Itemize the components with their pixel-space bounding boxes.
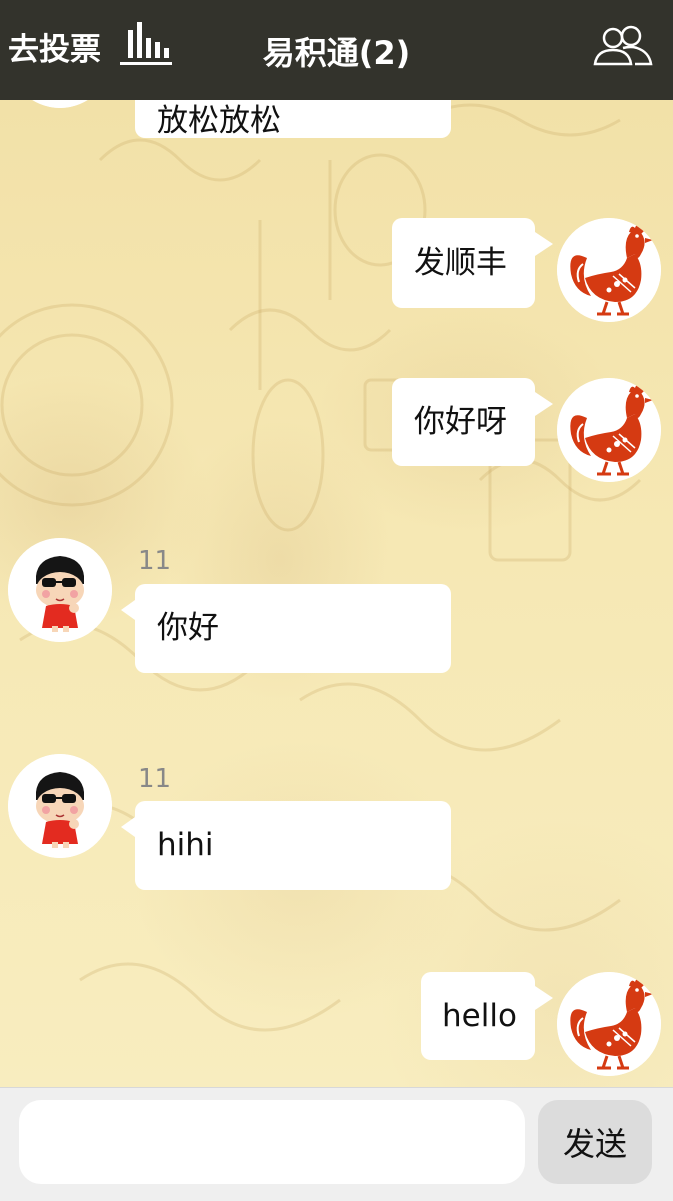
rooster-papercut-avatar[interactable]: [557, 218, 661, 322]
chat-message-list[interactable]: 放松放松 发顺丰 你好呀 11 你好 11 hihi hello: [0, 100, 673, 1087]
message-bubble[interactable]: 放松放松: [135, 100, 451, 138]
message-text: hihi: [157, 827, 214, 863]
group-users-icon[interactable]: [591, 24, 655, 68]
message-input[interactable]: [19, 1100, 525, 1184]
sender-name: 11: [138, 764, 172, 794]
message-bubble[interactable]: hihi: [121, 801, 451, 890]
crayon-boy-avatar[interactable]: [8, 538, 112, 642]
message-bubble[interactable]: 你好: [121, 584, 451, 673]
message-text: 发顺丰: [414, 245, 507, 281]
message-composer: 发送: [0, 1087, 673, 1201]
message-text: hello: [442, 998, 517, 1034]
message-text: 放松放松: [157, 103, 281, 139]
crayon-boy-avatar[interactable]: [8, 754, 112, 858]
message-bubble[interactable]: 你好呀: [392, 378, 553, 466]
sender-name: 11: [138, 546, 172, 576]
message-bubble[interactable]: 发顺丰: [392, 218, 553, 308]
chat-title: 易积通(2): [262, 34, 411, 72]
rooster-papercut-avatar[interactable]: [557, 378, 661, 482]
rooster-papercut-avatar[interactable]: [557, 972, 661, 1076]
message-text: 你好: [157, 610, 219, 646]
app-header: 去投票 易积通(2): [0, 0, 673, 100]
send-button[interactable]: 发送: [538, 1100, 652, 1184]
message-text: 你好呀: [414, 404, 507, 440]
message-bubble[interactable]: hello: [421, 972, 553, 1060]
